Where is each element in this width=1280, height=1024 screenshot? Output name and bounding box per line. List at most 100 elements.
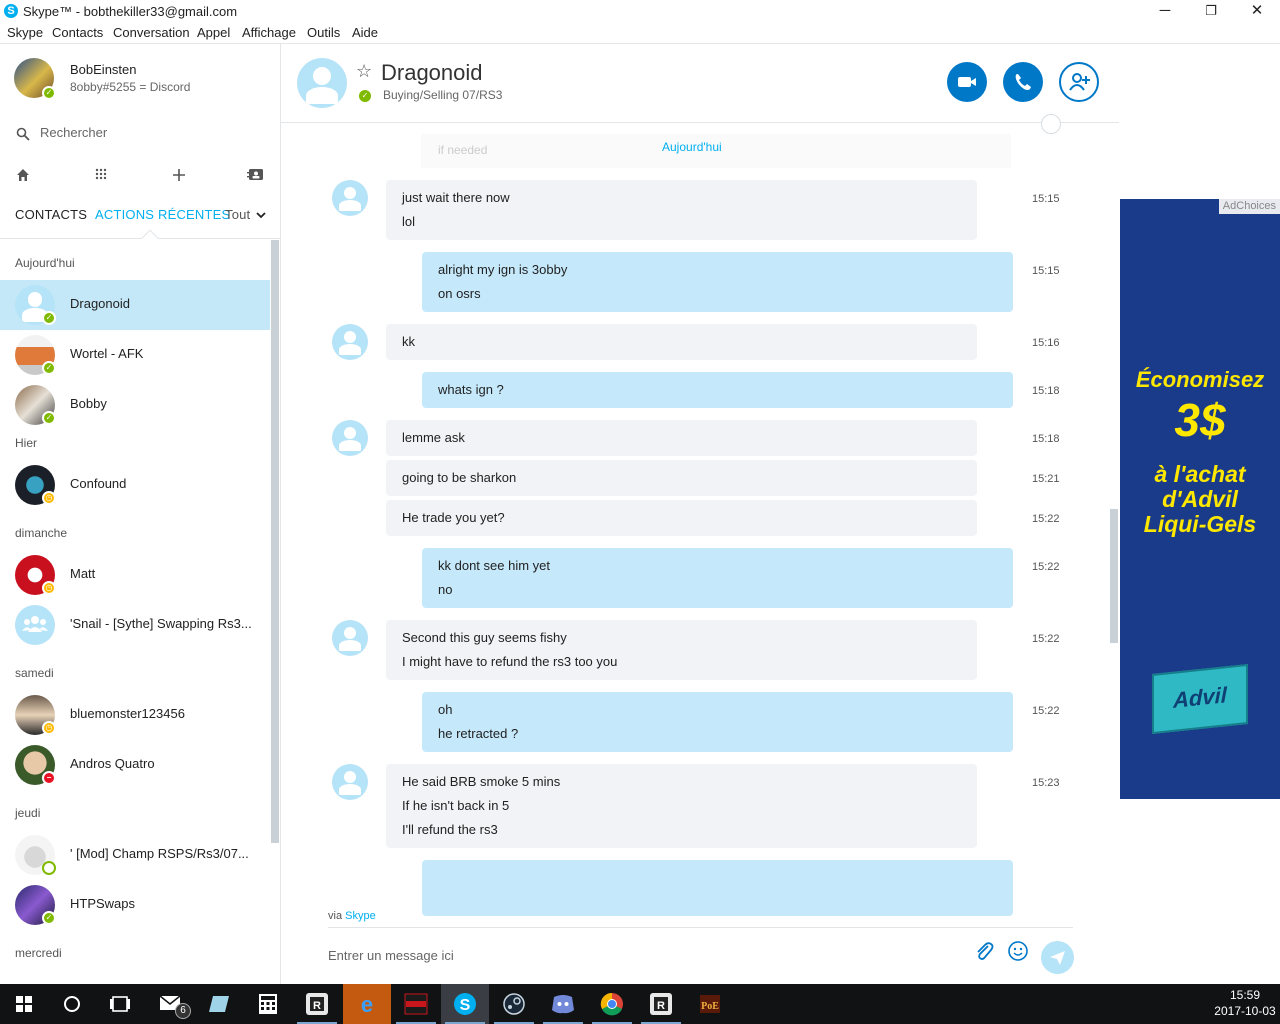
start-button[interactable] (0, 984, 48, 1024)
adchoices-label[interactable]: AdChoices (1218, 199, 1280, 214)
filter-dropdown[interactable]: Tout (225, 207, 266, 222)
taskbar-steam[interactable] (490, 984, 538, 1024)
recent-item-matt[interactable]: ◷ Matt (0, 550, 270, 600)
message-timestamp: 15:22 (1032, 561, 1060, 573)
menu-affichage[interactable]: Affichage (242, 25, 296, 40)
minimize-button[interactable]: ─ (1142, 0, 1188, 24)
phone-icon (1015, 74, 1031, 90)
audio-call-button[interactable] (1003, 62, 1043, 102)
recent-list: Aujourd'hui ✓ Dragonoid ✓ Wortel - AFK ✓… (0, 240, 270, 984)
search-box[interactable]: Rechercher (14, 122, 264, 146)
taskbar-mail[interactable]: 6 (147, 984, 195, 1024)
menu-skype[interactable]: Skype (7, 25, 43, 40)
sidebar-scroll-thumb[interactable] (271, 240, 279, 843)
steam-icon (503, 993, 525, 1015)
menu-contacts[interactable]: Contacts (52, 25, 103, 40)
close-button[interactable]: ✕ (1234, 0, 1280, 24)
recent-item-mod-champ[interactable]: ' [Mod] Champ RSPS/Rs3/07... (0, 830, 270, 880)
advertisement-banner[interactable]: AdChoices Économisez 3$ à l'achat d'Advi… (1120, 199, 1280, 799)
incoming-message-bubble[interactable]: He trade you yet? (386, 500, 977, 536)
home-button[interactable] (12, 164, 34, 186)
recent-item-bobby[interactable]: ✓ Bobby (0, 380, 270, 430)
sender-avatar[interactable] (332, 324, 368, 360)
recent-item-confound[interactable]: ◷ Confound (0, 460, 270, 510)
search-placeholder: Rechercher (40, 125, 108, 140)
recent-item-dragonoid[interactable]: ✓ Dragonoid (0, 280, 270, 330)
taskbar-edge[interactable]: e (343, 984, 391, 1024)
taskbar-poe[interactable]: PoE (686, 984, 734, 1024)
incoming-message-bubble[interactable]: kk (386, 324, 977, 360)
contacts-book-button[interactable] (245, 164, 267, 186)
outgoing-message-bubble[interactable]: alright my ign is 3obby on osrs (422, 252, 1013, 312)
runelite-icon: R (650, 993, 672, 1015)
tab-recent-actions[interactable]: ACTIONS RÉCENTES (95, 207, 230, 222)
incoming-message-bubble[interactable]: going to be sharkon (386, 460, 977, 496)
recent-item-bluemonster[interactable]: ◷ bluemonster123456 (0, 690, 270, 740)
add-people-button[interactable] (1059, 62, 1099, 102)
menu-bar: Skype Contacts Conversation Appel Affich… (0, 24, 1280, 44)
taskbar-runelite-1[interactable]: R (293, 984, 341, 1024)
contact-avatar[interactable] (297, 58, 347, 108)
message-input[interactable] (328, 944, 948, 966)
taskbar-runelite-2[interactable]: R (637, 984, 685, 1024)
maximize-button[interactable]: ❐ (1188, 0, 1234, 24)
system-clock[interactable]: 15:59 2017-10-03 (1210, 987, 1280, 1019)
taskbar-chrome[interactable] (588, 984, 636, 1024)
incoming-message-bubble[interactable]: Second this guy seems fishy I might have … (386, 620, 977, 680)
message-timestamp: 15:16 (1032, 337, 1060, 349)
taskbar-discord[interactable] (539, 984, 587, 1024)
incoming-message-bubble[interactable]: He said BRB smoke 5 mins If he isn't back… (386, 764, 977, 848)
profile-mood[interactable]: 8obby#5255 = Discord (70, 80, 190, 94)
sender-avatar[interactable] (332, 180, 368, 216)
task-view-button[interactable] (96, 984, 144, 1024)
message-text: lemme ask (402, 430, 465, 445)
send-button[interactable] (1041, 941, 1074, 974)
group-icon (22, 616, 48, 632)
outgoing-message-bubble[interactable]: whats ign ? (422, 372, 1013, 408)
video-call-button[interactable] (947, 62, 987, 102)
cortana-button[interactable] (48, 984, 96, 1024)
sender-avatar[interactable] (332, 420, 368, 456)
incoming-message-bubble[interactable]: lemme ask (386, 420, 977, 456)
favorite-star-icon[interactable]: ☆ (356, 61, 372, 82)
incoming-message-bubble[interactable]: just wait there now lol (386, 180, 977, 240)
ad-product-name: Advil (1173, 682, 1227, 713)
message-text: kk dont see him yet (438, 558, 550, 573)
outgoing-message-bubble[interactable]: oh he retracted ? (422, 692, 1013, 752)
recent-item-wortel[interactable]: ✓ Wortel - AFK (0, 330, 270, 380)
attach-button[interactable] (972, 940, 996, 964)
title-bar: S Skype™ - bobthekiller33@gmail.com ─ ❐ … (0, 0, 1280, 24)
recent-item-andros[interactable]: − Andros Quatro (0, 740, 270, 790)
menu-outils[interactable]: Outils (307, 25, 340, 40)
sender-avatar[interactable] (332, 764, 368, 800)
menu-conversation[interactable]: Conversation (113, 25, 190, 40)
menu-appel[interactable]: Appel (197, 25, 230, 40)
message-text: Second this guy seems fishy (402, 630, 567, 645)
recent-item-snail-group[interactable]: 'Snail - [Sythe] Swapping Rs3... (0, 600, 270, 650)
profile-name[interactable]: BobEinsten (70, 62, 137, 77)
emoticon-button[interactable] (1006, 940, 1030, 964)
outgoing-message-bubble[interactable]: kk dont see him yet no (422, 548, 1013, 608)
contact-card-icon (247, 169, 263, 180)
conversation-scroll-thumb[interactable] (1110, 509, 1118, 643)
skype-logo-icon: S (4, 4, 18, 18)
taskbar-skype[interactable]: S (441, 984, 489, 1024)
tab-contacts[interactable]: CONTACTS (15, 207, 87, 222)
sidebar-scrollbar[interactable] (270, 240, 280, 984)
taskbar-calculator[interactable] (244, 984, 292, 1024)
recent-item-label: Dragonoid (70, 296, 130, 311)
contact-name[interactable]: Dragonoid (381, 60, 483, 86)
recent-item-htpswaps[interactable]: ✓ HTPSwaps (0, 880, 270, 930)
conversation-panel: ☆ Dragonoid ✓ Buying/Selling 07/RS3 if n… (281, 44, 1119, 984)
add-button[interactable] (168, 164, 190, 186)
message-text: If he isn't back in 5 (402, 798, 510, 813)
sender-avatar[interactable] (332, 620, 368, 656)
conversation-scrollbar[interactable] (1110, 124, 1119, 916)
message-text: He said BRB smoke 5 mins (402, 774, 561, 789)
recent-item-label: 'Snail - [Sythe] Swapping Rs3... (70, 616, 252, 631)
dialpad-button[interactable] (90, 164, 112, 186)
via-brand[interactable]: Skype (345, 910, 376, 922)
menu-aide[interactable]: Aide (352, 25, 378, 40)
taskbar-app-sticky[interactable] (195, 984, 243, 1024)
taskbar-osbuddy[interactable] (392, 984, 440, 1024)
